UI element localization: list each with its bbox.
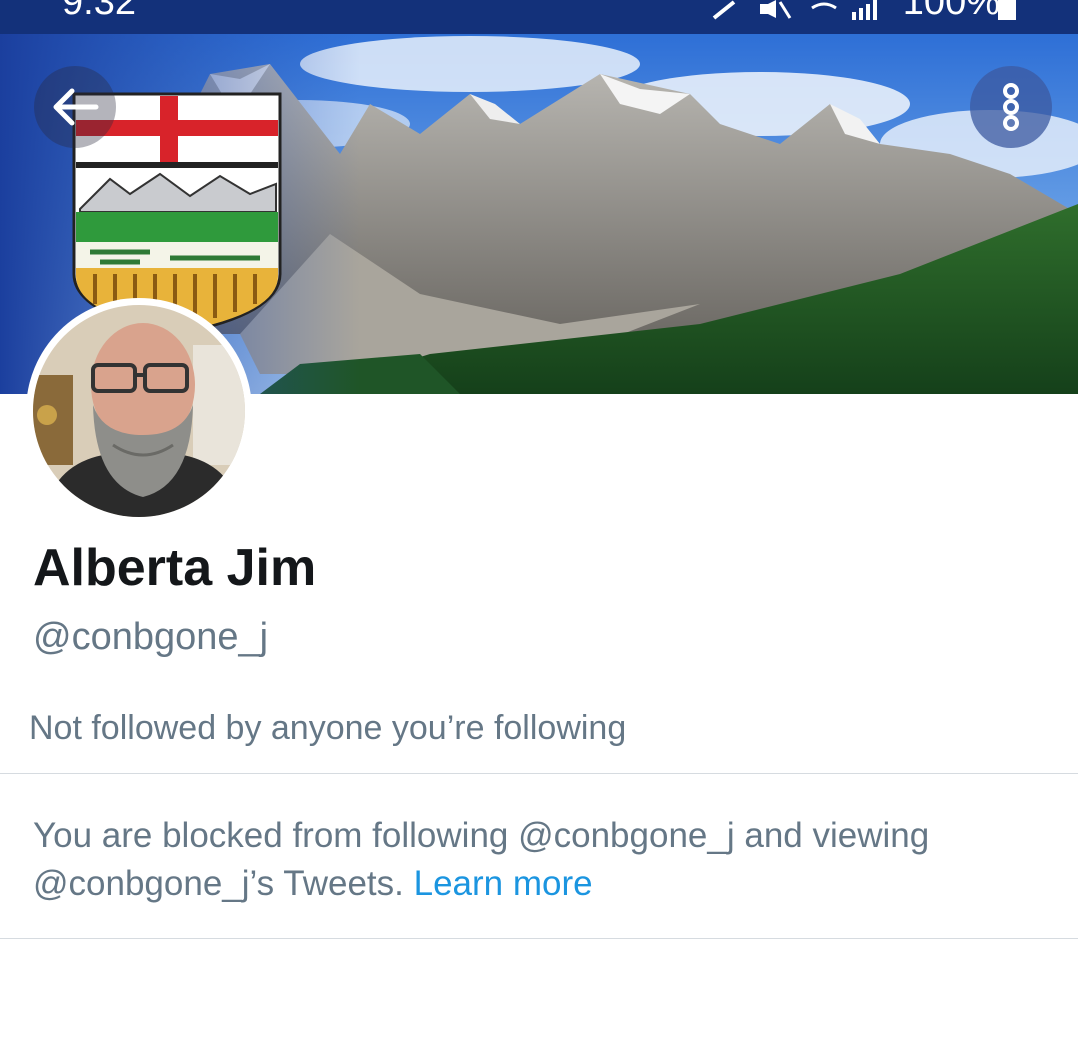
profile-handle: @conbgone_j — [33, 616, 269, 658]
more-options-button[interactable] — [970, 66, 1052, 148]
followers-you-know-note: Not followed by anyone you’re following — [29, 709, 627, 747]
divider — [0, 773, 1078, 774]
divider — [0, 938, 1078, 939]
status-bar: 9:32 100% — [0, 0, 1078, 34]
avatar-photo — [33, 305, 245, 517]
status-time: 9:32 — [62, 0, 136, 23]
back-button[interactable] — [34, 66, 116, 148]
display-name: Alberta Jim — [33, 539, 317, 597]
status-icons — [712, 0, 877, 20]
learn-more-link[interactable]: Learn more — [414, 864, 593, 903]
more-vertical-icon — [1003, 83, 1019, 131]
blocked-notice: You are blocked from following @conbgone… — [33, 812, 1043, 908]
battery-icon — [998, 0, 1016, 20]
battery-percentage: 100% — [902, 0, 1000, 23]
avatar[interactable] — [26, 298, 252, 524]
arrow-left-icon — [53, 88, 99, 126]
